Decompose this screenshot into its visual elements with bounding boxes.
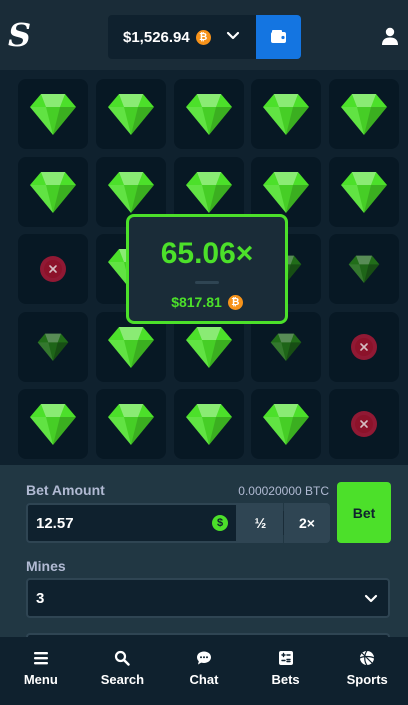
nav-sports[interactable]: Sports	[326, 637, 408, 705]
gem-icon	[185, 326, 232, 368]
gem-icon	[263, 404, 310, 445]
board-tile[interactable]	[329, 389, 400, 459]
gem-icon	[348, 255, 380, 283]
gem-icon	[341, 171, 388, 213]
nav-search[interactable]: Search	[82, 637, 164, 705]
board-tile[interactable]	[329, 156, 400, 227]
mines-label: Mines	[26, 558, 66, 574]
usd-coin-icon: $	[212, 515, 228, 531]
double-bet-button[interactable]: 2×	[284, 503, 330, 543]
gem-icon	[185, 404, 232, 445]
win-multiplier: 65.06×	[160, 237, 254, 270]
nav-label: Bets	[271, 672, 300, 687]
gem-icon	[107, 171, 154, 213]
win-amount: $817.81	[171, 294, 222, 310]
bet-amount-input[interactable]: 12.57 $	[26, 503, 238, 543]
board-tile[interactable]	[18, 311, 88, 382]
win-popup: 65.06× $817.81 ₿	[126, 214, 288, 324]
gem-icon	[185, 171, 232, 213]
half-bet-button[interactable]: ½	[238, 503, 283, 543]
gem-icon	[37, 333, 69, 361]
board-tile[interactable]	[18, 79, 88, 149]
board-tile[interactable]	[251, 79, 322, 149]
nav-label: Chat	[189, 672, 219, 687]
board-tile[interactable]	[18, 234, 88, 304]
board-tile[interactable]	[329, 311, 400, 382]
gem-icon	[341, 94, 388, 135]
board-tile[interactable]	[18, 156, 88, 227]
chevron-down-icon	[364, 594, 378, 603]
bets-icon	[278, 651, 293, 665]
gem-icon	[30, 171, 76, 213]
bitcoin-icon: ₿	[227, 294, 243, 310]
nav-menu[interactable]: Menu	[0, 637, 82, 705]
nav-bets[interactable]: Bets	[245, 637, 327, 705]
bet-amount-value: 12.57	[36, 514, 74, 532]
btc-equivalent: 0.00020000 BTC	[238, 484, 329, 498]
balance-selector[interactable]: $1,526.94 ₿	[108, 15, 256, 59]
bitcoin-icon: ₿	[195, 29, 211, 45]
sports-icon	[359, 650, 375, 666]
mines-value: 3	[36, 589, 45, 607]
nav-chat[interactable]: Chat	[163, 637, 245, 705]
bet-panel: Bet Amount 0.00020000 BTC 12.57 $ ½ 2× B…	[0, 465, 408, 641]
gem-icon	[30, 404, 76, 445]
wallet-icon	[270, 30, 286, 43]
board-tile[interactable]	[18, 389, 88, 459]
board-tile[interactable]	[329, 79, 400, 149]
stake-logo-icon[interactable]: S	[8, 18, 32, 52]
board-tile[interactable]	[251, 389, 322, 459]
mine-icon	[40, 256, 66, 282]
gem-icon	[271, 333, 302, 361]
user-icon[interactable]	[380, 26, 400, 46]
menu-icon	[33, 652, 48, 665]
mines-select[interactable]: 3	[26, 578, 390, 618]
board-tile[interactable]	[329, 234, 400, 304]
search-icon	[115, 650, 131, 666]
gem-icon	[107, 326, 154, 368]
board-tile[interactable]	[95, 79, 166, 149]
bet-button[interactable]: Bet	[337, 482, 391, 543]
nav-label: Search	[100, 672, 145, 687]
wallet-button[interactable]	[256, 15, 301, 59]
nav-label: Sports	[346, 672, 388, 687]
gem-icon	[107, 404, 154, 445]
nav-label: Menu	[23, 672, 58, 687]
gem-icon	[30, 94, 76, 135]
chevron-down-icon	[226, 31, 240, 40]
board-tile[interactable]	[95, 389, 166, 459]
chat-icon	[196, 651, 211, 665]
gem-icon	[185, 94, 232, 135]
mine-icon	[351, 411, 378, 437]
top-bar: S $1,526.94 ₿	[0, 0, 408, 70]
gem-icon	[107, 94, 154, 135]
board-tile[interactable]	[173, 79, 244, 149]
mine-icon	[351, 333, 378, 360]
bottom-nav: Menu Search Chat Bets Sports	[0, 637, 408, 705]
win-amount-row: $817.81 ₿	[129, 294, 285, 310]
win-divider	[195, 281, 219, 284]
gem-icon	[263, 94, 310, 135]
balance-amount: $1,526.94	[123, 28, 190, 46]
board-tile[interactable]	[173, 389, 244, 459]
bet-amount-label: Bet Amount	[26, 482, 105, 498]
gem-icon	[263, 171, 310, 213]
